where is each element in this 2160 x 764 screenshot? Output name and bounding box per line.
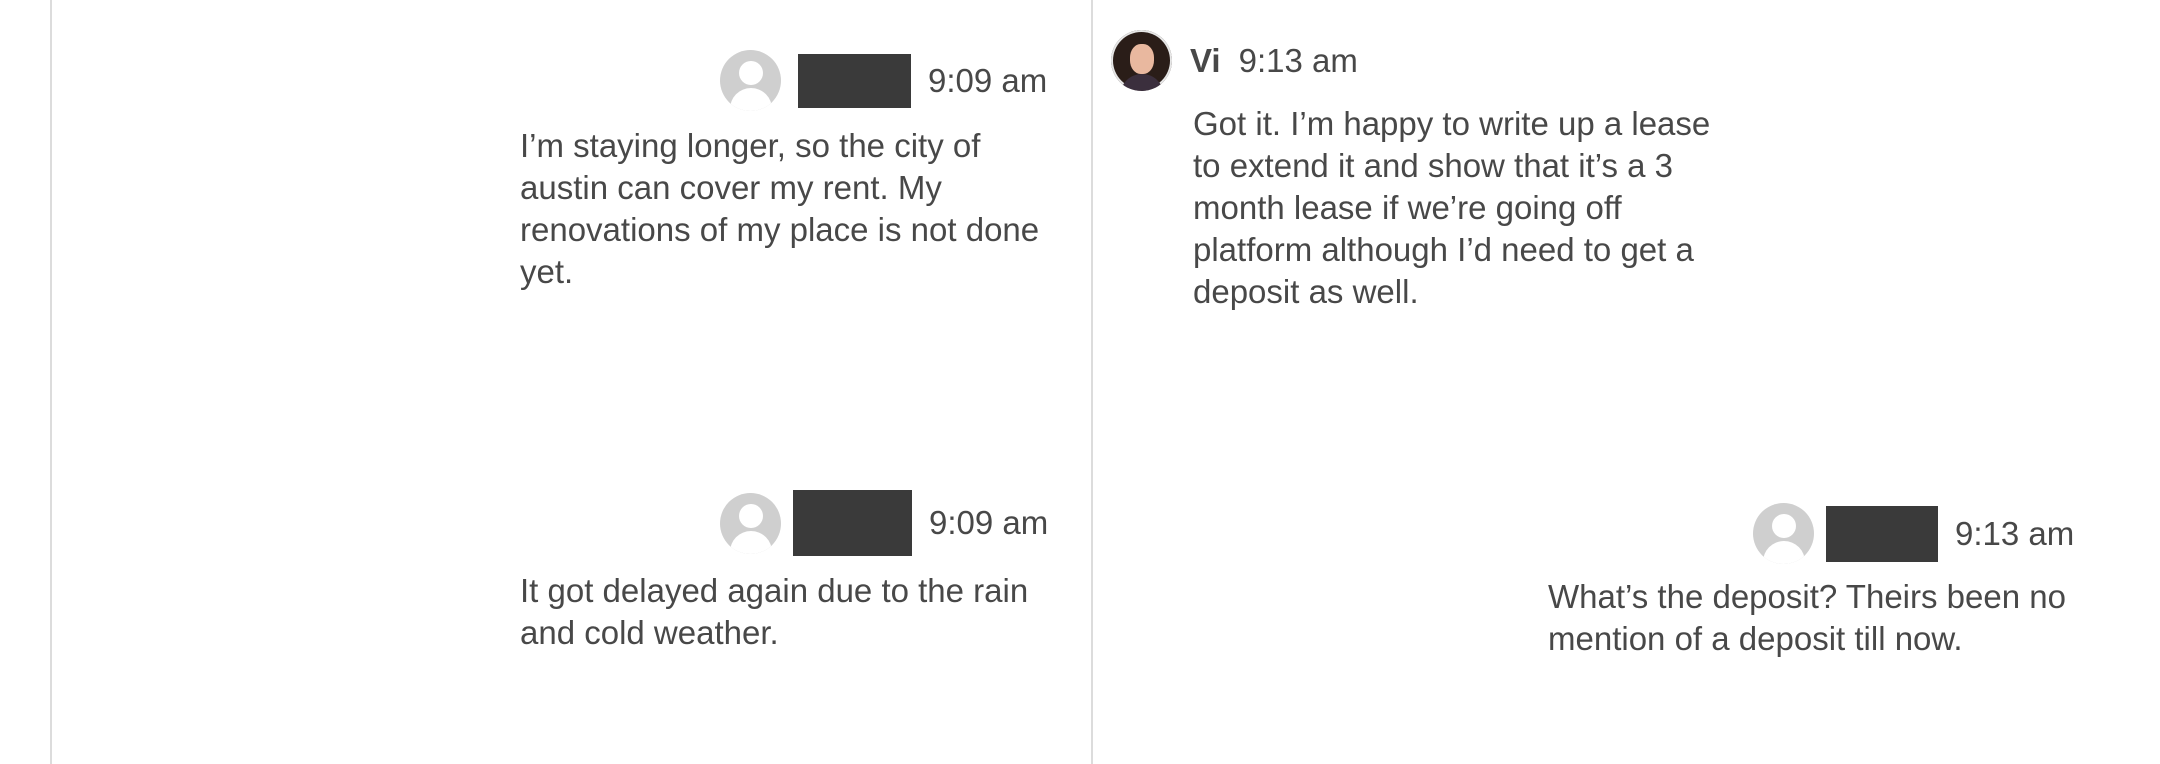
user-avatar-icon[interactable] bbox=[720, 50, 781, 111]
user-avatar-icon[interactable] bbox=[720, 492, 781, 554]
message-header: Vi 9:13 am bbox=[1111, 30, 1751, 91]
message-header: 9:09 am bbox=[720, 50, 1100, 111]
message-time: 9:09 am bbox=[929, 504, 1049, 541]
message-incoming: Vi 9:13 am Got it. I’m happy to write up… bbox=[1111, 30, 1751, 313]
host-avatar-icon[interactable] bbox=[1111, 30, 1172, 91]
conversation-panel-right: Vi 9:13 am Got it. I’m happy to write up… bbox=[1093, 0, 2160, 764]
message-text: Got it. I’m happy to write up a lease to… bbox=[1193, 105, 1711, 310]
message-time: 9:13 am bbox=[1955, 514, 2075, 552]
message-outgoing: 9:09 am It got delayed again due to the … bbox=[520, 490, 1100, 654]
message-header: 9:09 am bbox=[720, 490, 1100, 556]
message-text: I’m staying longer, so the city of austi… bbox=[520, 127, 1040, 290]
sender-name[interactable]: Vi bbox=[1190, 42, 1221, 80]
redacted-name bbox=[793, 490, 912, 556]
redacted-name bbox=[798, 53, 911, 108]
message-time: 9:09 am bbox=[928, 61, 1048, 99]
conversation-panel-left: 9:09 am I’m staying longer, so the city … bbox=[52, 0, 1091, 764]
message-header: 9:13 am bbox=[1753, 503, 2148, 564]
user-avatar-icon[interactable] bbox=[1753, 503, 1814, 564]
message-outgoing: 9:09 am I’m staying longer, so the city … bbox=[520, 50, 1100, 293]
message-time: 9:13 am bbox=[1238, 41, 1358, 79]
message-outgoing: 9:13 am What’s the deposit? Theirs been … bbox=[1548, 503, 2148, 660]
message-text: What’s the deposit? Theirs been no menti… bbox=[1548, 578, 2066, 657]
message-text: It got delayed again due to the rain and… bbox=[520, 572, 1029, 651]
redacted-name bbox=[1826, 505, 1938, 562]
